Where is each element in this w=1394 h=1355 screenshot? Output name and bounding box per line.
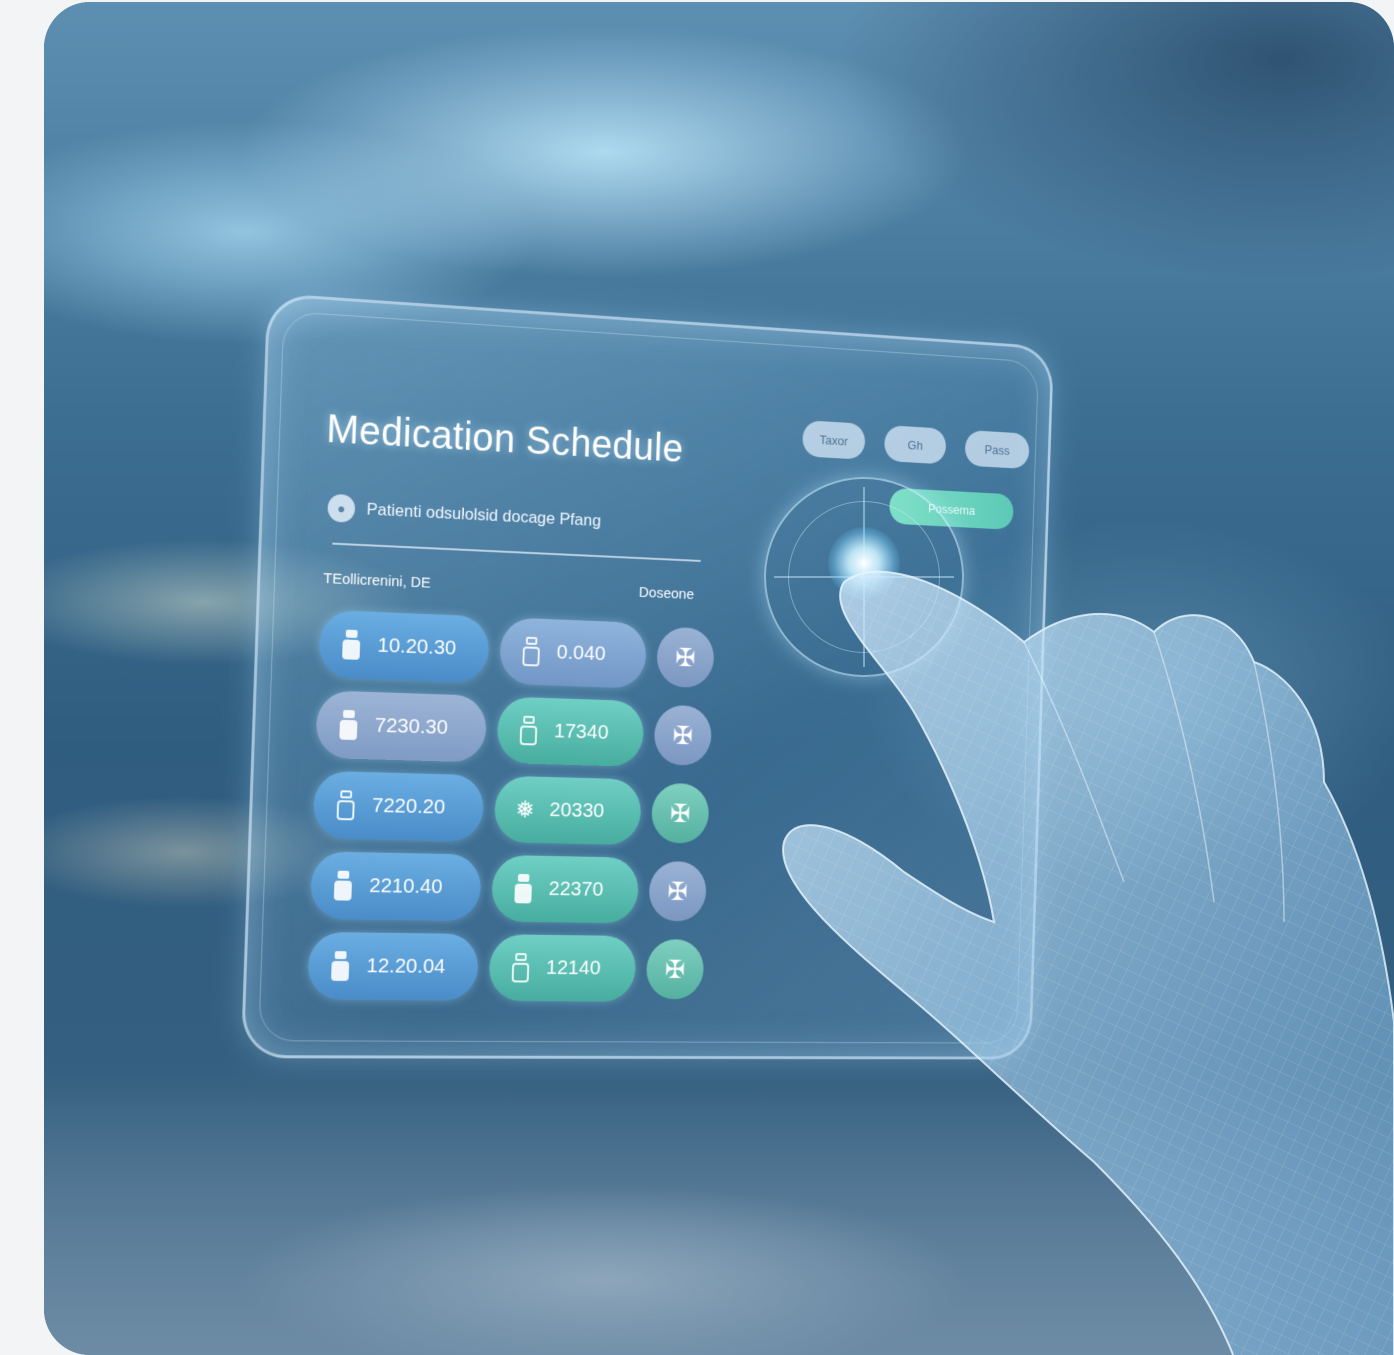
time-value: 10.20.30 [377, 633, 457, 660]
time-pill[interactable]: 10.20.30 [317, 609, 490, 684]
clover-button[interactable]: ✠ [650, 782, 710, 844]
dose-value: 22370 [548, 877, 604, 901]
dose-value: 12140 [545, 956, 602, 980]
top-button-1[interactable]: Taxor [802, 420, 866, 460]
clover-button[interactable]: ✠ [645, 939, 705, 1000]
patient-icon: ● [327, 493, 356, 523]
medicine-bottle-icon [518, 715, 540, 746]
herb-icon: ❅ [515, 796, 535, 823]
top-button-2[interactable]: Gh [883, 425, 947, 465]
column-header-dose: Doseone [638, 584, 695, 603]
medicine-bottle-icon [510, 953, 532, 983]
wireframe-hand [782, 570, 1394, 1355]
dose-pill[interactable]: 0.040 [498, 617, 648, 689]
dose-value: 0.040 [556, 640, 607, 666]
schedule-list: 10.20.30 0.040 ✠ 7230.30 17340 ✠ 7220.20… [306, 609, 715, 1015]
schedule-row: 7230.30 17340 ✠ [315, 690, 713, 769]
clover-icon: ✠ [667, 876, 689, 906]
medicine-bottle-icon [520, 636, 542, 667]
clover-icon: ✠ [664, 954, 686, 984]
time-pill[interactable]: 7230.30 [315, 690, 488, 763]
dose-pill[interactable]: ❅ 20330 [493, 775, 642, 846]
time-pill[interactable]: 12.20.04 [306, 931, 480, 1001]
time-value: 7220.20 [371, 794, 446, 819]
time-pill[interactable]: 7220.20 [312, 770, 485, 842]
clover-icon: ✠ [672, 720, 694, 750]
dose-pill[interactable]: 17340 [496, 696, 645, 767]
time-pill[interactable]: 2210.40 [309, 851, 482, 922]
ceiling-shadow [834, 2, 1394, 282]
image-frame: Medication Schedule ● Patienti odsulolsi… [44, 2, 1394, 1355]
clover-icon: ✠ [669, 798, 691, 828]
dose-pill[interactable]: 12140 [488, 934, 637, 1002]
medicine-bottle-icon [335, 790, 357, 821]
medicine-bottle-icon [512, 873, 534, 904]
medicine-bottle-icon [329, 951, 351, 981]
clover-button[interactable]: ✠ [656, 626, 715, 689]
schedule-row: 7220.20 ❅ 20330 ✠ [312, 770, 710, 847]
time-value: 2210.40 [368, 874, 443, 899]
medicine-bottle-icon [340, 629, 362, 660]
time-value: 12.20.04 [366, 954, 446, 978]
clover-button[interactable]: ✠ [653, 704, 713, 767]
dose-value: 20330 [549, 798, 605, 823]
schedule-row: 12.20.04 12140 ✠ [306, 931, 705, 1002]
clover-icon: ✠ [675, 642, 696, 672]
time-value: 7230.30 [374, 713, 449, 739]
dose-value: 17340 [553, 719, 609, 744]
medicine-bottle-icon [332, 870, 354, 901]
medicine-bottle-icon [337, 709, 359, 741]
schedule-row: 2210.40 22370 ✠ [309, 851, 708, 924]
dose-pill[interactable]: 22370 [490, 854, 640, 924]
top-button-3[interactable]: Pass [964, 429, 1030, 470]
clover-button[interactable]: ✠ [648, 860, 708, 922]
